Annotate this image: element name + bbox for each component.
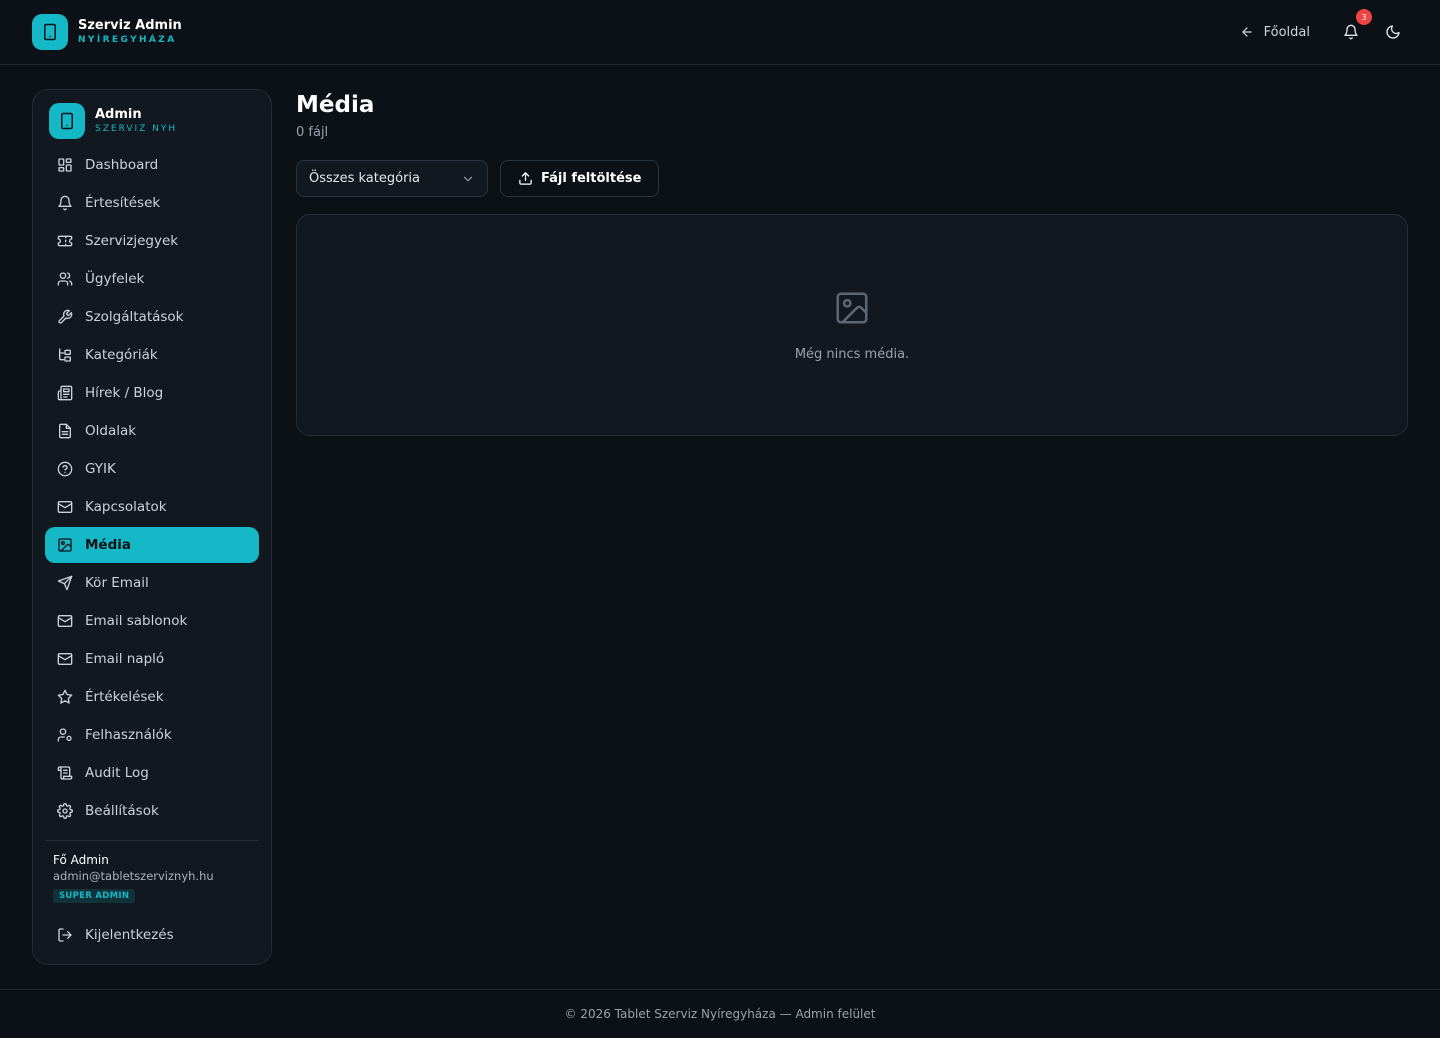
sidebar-item-label: Értékelések	[85, 689, 164, 705]
sidebar-subtitle: SZERVIZ NYH	[95, 124, 178, 134]
main-content: Média 0 fájl Összes kategória Fájl feltö…	[296, 89, 1408, 436]
media-toolbar: Összes kategória Fájl feltöltése	[296, 160, 1408, 197]
logout-label: Kijelentkezés	[85, 927, 174, 943]
sidebar-item-settings[interactable]: Beállítások	[45, 793, 259, 829]
file-icon	[59, 423, 71, 439]
theme-toggle-button[interactable]	[1378, 17, 1408, 47]
sidebar-item-label: Oldalak	[85, 423, 137, 439]
notification-badge: 3	[1356, 9, 1372, 25]
sidebar-item-news-blog[interactable]: Hírek / Blog	[45, 375, 259, 411]
page-title: Média	[296, 92, 375, 118]
tablet-logo-icon	[32, 14, 68, 50]
user-email: admin@tabletszerviznyh.hu	[53, 869, 214, 883]
sidebar: Admin SZERVIZ NYH Dashboard Értesítések …	[32, 89, 272, 965]
sidebar-item-categories[interactable]: Kategóriák	[45, 337, 259, 373]
upload-file-label: Fájl feltöltése	[541, 171, 642, 186]
sidebar-item-faq[interactable]: GYIK	[45, 451, 259, 487]
sidebar-item-label: Média	[85, 537, 131, 553]
tablet-logo-icon	[49, 103, 85, 139]
sidebar-item-audit-log[interactable]: Audit Log	[45, 755, 259, 791]
sidebar-item-customers[interactable]: Ügyfelek	[45, 261, 259, 297]
bell-icon	[1343, 24, 1359, 40]
users-icon	[57, 272, 73, 286]
sidebar-item-label: Email napló	[85, 651, 165, 667]
sidebar-title: Admin	[95, 107, 142, 122]
upload-icon	[518, 171, 533, 186]
sidebar-item-dashboard[interactable]: Dashboard	[45, 147, 259, 183]
star-icon	[57, 689, 73, 704]
sidebar-item-label: Ügyfelek	[85, 271, 145, 287]
role-badge: SUPER ADMIN	[53, 889, 136, 903]
logout-icon	[58, 928, 72, 942]
empty-state-text: Még nincs média.	[794, 346, 910, 362]
bell-icon	[58, 195, 72, 211]
send-icon	[57, 575, 73, 591]
image-placeholder-icon	[833, 289, 871, 327]
gear-icon	[57, 803, 73, 819]
arrow-left-icon	[1240, 25, 1254, 39]
top-bar: Szerviz Admin NYÍREGYHÁZA Főoldal 3	[0, 0, 1440, 65]
sidebar-header: Admin SZERVIZ NYH	[45, 102, 259, 140]
sidebar-divider	[45, 840, 259, 841]
sidebar-item-label: Kör Email	[85, 575, 149, 591]
sidebar-item-reviews[interactable]: Értékelések	[45, 679, 259, 715]
sidebar-nav: Dashboard Értesítések Szervizjegyek Ügyf…	[45, 147, 259, 829]
sidebar-item-label: Dashboard	[85, 157, 159, 173]
user-name: Fő Admin	[53, 853, 109, 867]
sidebar-item-email-log[interactable]: Email napló	[45, 641, 259, 677]
sidebar-item-bulk-email[interactable]: Kör Email	[45, 565, 259, 601]
notifications-button[interactable]: 3	[1336, 9, 1372, 47]
home-link[interactable]: Főoldal	[1240, 25, 1310, 40]
sidebar-item-services[interactable]: Szolgáltatások	[45, 299, 259, 335]
wrench-icon	[58, 309, 73, 324]
chevron-down-icon	[461, 172, 475, 186]
logout-button[interactable]: Kijelentkezés	[45, 917, 259, 953]
brand[interactable]: Szerviz Admin NYÍREGYHÁZA	[32, 14, 182, 50]
help-circle-icon	[57, 461, 73, 477]
sidebar-item-contacts[interactable]: Kapcsolatok	[45, 489, 259, 525]
user-info: Fő Admin admin@tabletszerviznyh.hu SUPER…	[45, 853, 259, 903]
user-cog-icon	[57, 728, 72, 742]
sidebar-item-label: Email sablonok	[85, 613, 188, 629]
sidebar-item-label: GYIK	[85, 461, 116, 477]
tree-icon	[59, 348, 71, 362]
mail-icon	[57, 615, 73, 627]
sidebar-item-label: Szolgáltatások	[85, 309, 184, 325]
sidebar-item-notifications[interactable]: Értesítések	[45, 185, 259, 221]
newspaper-icon	[57, 385, 73, 401]
footer: © 2026 Tablet Szerviz Nyíregyháza — Admi…	[0, 989, 1440, 1038]
sidebar-item-label: Felhasználók	[85, 727, 172, 743]
footer-text: © 2026 Tablet Szerviz Nyíregyháza — Admi…	[564, 1007, 876, 1021]
brand-subtitle: NYÍREGYHÁZA	[78, 35, 177, 45]
mail-icon	[57, 653, 73, 665]
category-select[interactable]: Összes kategória	[296, 160, 488, 197]
sidebar-item-label: Szervizjegyek	[85, 233, 179, 249]
sidebar-item-label: Audit Log	[85, 765, 149, 781]
scroll-icon	[57, 766, 73, 780]
sidebar-item-label: Értesítések	[85, 195, 161, 211]
mail-icon	[57, 501, 73, 513]
sidebar-item-label: Hírek / Blog	[85, 385, 164, 401]
sidebar-item-tickets[interactable]: Szervizjegyek	[45, 223, 259, 259]
file-count: 0 fájl	[296, 125, 329, 140]
image-icon	[58, 538, 72, 552]
sidebar-item-label: Kategóriák	[85, 347, 158, 363]
ticket-icon	[57, 235, 73, 247]
home-link-label: Főoldal	[1263, 24, 1310, 40]
empty-state-card: Még nincs média.	[296, 214, 1408, 436]
moon-icon	[1385, 24, 1401, 40]
sidebar-item-media[interactable]: Média	[45, 527, 259, 563]
brand-title: Szerviz Admin	[78, 18, 182, 33]
sidebar-item-pages[interactable]: Oldalak	[45, 413, 259, 449]
sidebar-item-email-templates[interactable]: Email sablonok	[45, 603, 259, 639]
sidebar-item-label: Beállítások	[85, 803, 159, 819]
sidebar-item-label: Kapcsolatok	[85, 499, 167, 515]
category-select-value: Összes kategória	[309, 171, 420, 186]
sidebar-item-users[interactable]: Felhasználók	[45, 717, 259, 753]
upload-file-button[interactable]: Fájl feltöltése	[500, 160, 660, 197]
grid-icon	[58, 158, 72, 172]
